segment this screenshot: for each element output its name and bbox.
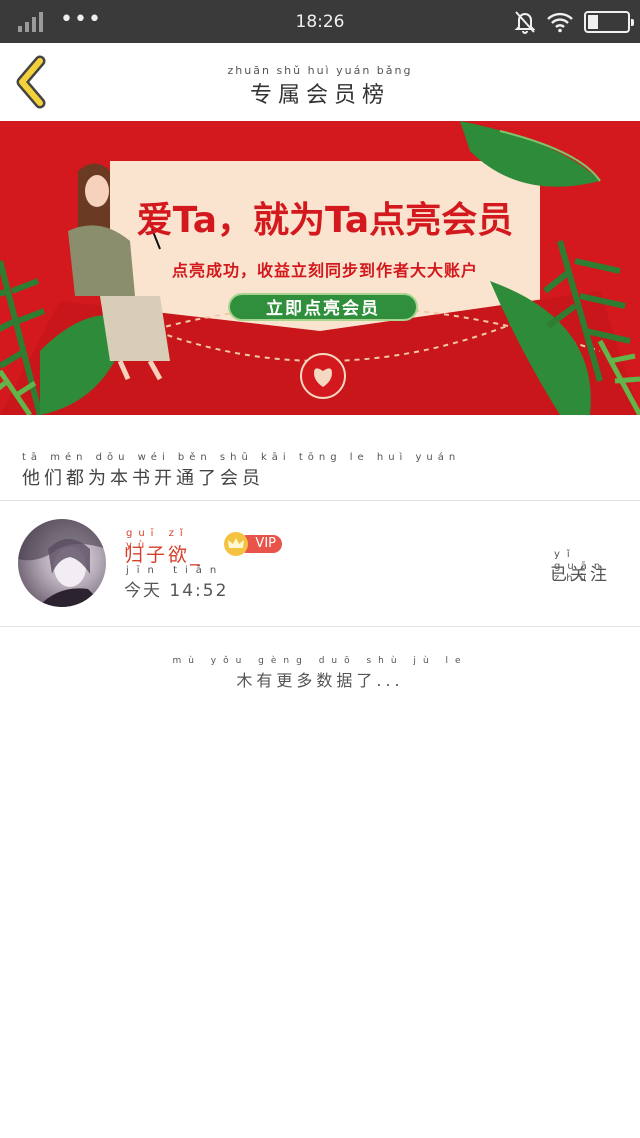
avatar-image bbox=[18, 519, 106, 607]
mute-bell-icon bbox=[514, 11, 536, 34]
section-title: tā mén dōu wéi běn shū kāi tōng le huì y… bbox=[22, 452, 460, 490]
divider bbox=[0, 500, 640, 501]
follow-button[interactable]: yǐ guān zhù 已关注 bbox=[550, 549, 610, 585]
banner-headline: 爱Ta，就为Ta点亮会员 bbox=[136, 200, 514, 241]
page-title: zhuān shǔ huì yuán bǎng 专属会员榜 bbox=[0, 65, 640, 109]
page-title-text: 专属会员榜 bbox=[249, 83, 390, 108]
list-item[interactable]: guī zǐ yù 归子欲_ VIP jīn tiān 今天 14:52 yǐ … bbox=[0, 502, 640, 626]
section-title-pinyin: tā mén dōu wéi běn shū kāi tōng le huì y… bbox=[22, 452, 461, 463]
wifi-icon bbox=[547, 12, 573, 33]
vip-badge: VIP bbox=[224, 532, 282, 556]
member-name-pinyin: guī zǐ yù bbox=[126, 528, 189, 551]
light-up-membership-button[interactable]: 立即点亮会员 bbox=[228, 293, 418, 321]
avatar[interactable] bbox=[18, 519, 106, 607]
status-bar: ••• 18:26 bbox=[0, 0, 640, 43]
member-time: jīn tiān 今天 14:52 bbox=[124, 565, 229, 601]
follow-pinyin: yǐ guān zhù bbox=[554, 549, 608, 584]
top-nav-bar: zhuān shǔ huì yuán bǎng 专属会员榜 bbox=[0, 43, 640, 121]
no-more-pinyin: mù yǒu gèng duō shù jù le bbox=[172, 656, 468, 666]
no-more-label: 木有更多数据了... bbox=[236, 671, 404, 690]
crown-icon bbox=[224, 532, 248, 556]
member-time-pinyin: jīn tiān bbox=[126, 565, 225, 576]
banner-subtitle: 点亮成功，收益立刻同步到作者大大账户 bbox=[171, 261, 478, 280]
battery-icon bbox=[584, 11, 634, 33]
member-time-text: 今天 14:52 bbox=[124, 581, 229, 601]
page-title-pinyin: zhuān shǔ huì yuán bǎng bbox=[227, 64, 413, 77]
member-name[interactable]: guī zǐ yù 归子欲_ bbox=[124, 528, 203, 567]
no-more-data-text: mù yǒu gèng duō shù jù le 木有更多数据了... bbox=[0, 655, 640, 691]
divider bbox=[0, 626, 640, 627]
promo-banner[interactable]: 爱Ta，就为Ta点亮会员 点亮成功，收益立刻同步到作者大大账户 立即点亮会员 bbox=[0, 121, 640, 415]
section-title-text: 他们都为本书开通了会员 bbox=[22, 468, 264, 489]
